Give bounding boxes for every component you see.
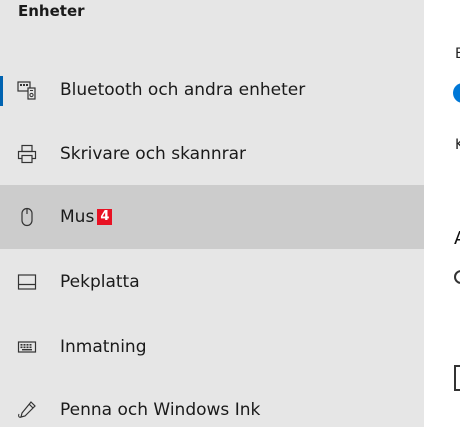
mouse-icon [16,206,38,228]
sidebar-item-label: Bluetooth och andra enheter [60,80,306,100]
sidebar-item-touchpad[interactable]: Pekplatta [0,250,424,314]
sidebar-item-label: Inmatning [60,337,147,357]
touchpad-icon [16,271,38,293]
setting-label-partial: K [455,137,460,153]
control-partial[interactable] [454,365,460,391]
section-heading-partial: A [454,228,460,249]
section-title: Enheter [18,2,85,20]
sidebar-item-mouse[interactable]: Mus 4 [0,185,424,249]
settings-window: Enheter Bluetooth och andra enheter Skri… [0,0,460,427]
sidebar-item-printers[interactable]: Skrivare och skannrar [0,122,424,186]
sidebar-item-label: Mus 4 [60,207,113,227]
sidebar-item-text: Mus [60,207,95,227]
sidebar: Enheter Bluetooth och andra enheter Skri… [0,0,424,427]
sidebar-item-bluetooth[interactable]: Bluetooth och andra enheter [0,58,424,122]
toggle-switch-partial[interactable] [453,83,460,103]
sidebar-item-label: Skrivare och skannrar [60,144,246,164]
pen-icon [16,399,38,421]
bluetooth-devices-icon [16,79,38,101]
printer-icon [16,143,38,165]
sidebar-item-pen[interactable]: Penna och Windows Ink [0,378,424,427]
sidebar-item-label: Pekplatta [60,272,140,292]
radio-button-partial[interactable] [454,270,460,284]
setting-label-partial: E [455,46,460,62]
selection-indicator [0,76,3,106]
count-badge: 4 [97,209,113,225]
content-pane: E K A [424,0,460,427]
sidebar-item-label: Penna och Windows Ink [60,400,261,420]
sidebar-item-typing[interactable]: Inmatning [0,315,424,379]
keyboard-icon [16,336,38,358]
